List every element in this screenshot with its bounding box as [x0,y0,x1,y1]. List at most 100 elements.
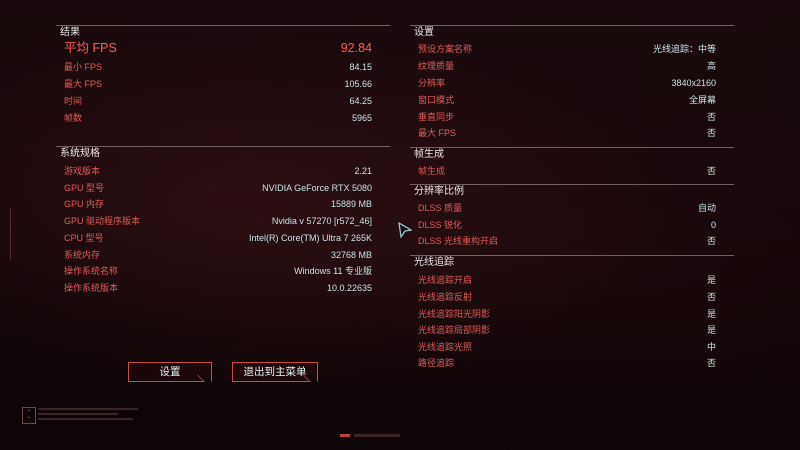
row-value: 105.66 [344,79,372,89]
row-value: 32768 MB [330,250,372,260]
spec-row: 系统内存 32768 MB [56,248,390,262]
row-label: 光线追踪阳光阴影 [418,309,491,319]
row-label: 分辨率 [418,78,446,88]
results-header: 结果 [56,25,390,40]
ray-tracing-header: 光线追踪 [410,255,734,270]
row-label: DLSS 光线重构开启 [418,236,499,246]
row-label: CPU 型号 [64,233,104,243]
row-value: 自动 [697,203,716,213]
row-value: 84.15 [349,62,372,72]
exit-to-main-menu-button[interactable]: 退出到主菜单 [232,362,318,382]
avg-fps-row: 平均 FPS 92.84 [56,41,390,55]
setting-row: DLSS 锐化 0 [410,218,734,232]
row-label: GPU 驱动程序版本 [64,216,141,226]
spec-row: CPU 型号 Intel(R) Core(TM) Ultra 7 265K [56,231,390,245]
row-label: 时间 [64,96,83,106]
side-decoration-line [10,208,11,260]
footer-logo-icon: ▪ ▪ [22,407,36,424]
row-value: 否 [706,358,716,368]
bottom-decoration [340,434,400,438]
row-value: 是 [706,325,716,335]
row-value: Windows 11 专业版 [294,266,372,276]
row-value: 否 [706,166,716,176]
row-label: 光线追踪反射 [418,292,473,302]
row-value: 15889 MB [330,199,372,209]
row-label: 窗口模式 [418,95,455,105]
row-label: 帧生成 [418,166,446,176]
setting-row: 光线追踪阳光阴影 是 [410,307,734,321]
row-label: 系统内存 [64,250,101,260]
row-label: 最大 FPS [418,128,457,138]
row-value: 是 [706,275,716,285]
results-row: 最小 FPS 84.15 [56,60,390,74]
row-label: 预设方案名称 [418,44,473,54]
row-value: NVIDIA GeForce RTX 5080 [262,183,372,193]
footer-decoration [38,408,148,422]
row-value: 0 [710,220,716,230]
setting-row: 垂直同步 否 [410,110,734,124]
row-label: 垂直同步 [418,112,455,122]
row-value: 是 [706,309,716,319]
row-value: 10.0.22635 [326,283,372,293]
setting-row: DLSS 光线重构开启 否 [410,234,734,248]
row-value: 高 [706,61,716,71]
row-label: GPU 型号 [64,183,105,193]
setting-row: 帧生成 否 [410,164,734,178]
setting-row: DLSS 质量 自动 [410,201,734,215]
system-specs-panel: 系统规格 游戏版本 2.21 GPU 型号 NVIDIA GeForce RTX… [56,146,390,296]
results-row: 时间 64.25 [56,94,390,108]
settings-button[interactable]: 设置 [128,362,212,382]
setting-row: 预设方案名称 光线追踪：中等 [410,42,734,56]
row-label: 操作系统名称 [64,266,119,276]
row-label: 操作系统版本 [64,283,119,293]
avg-fps-label: 平均 FPS [64,41,117,55]
row-label: 光线追踪开启 [418,275,473,285]
row-label: 帧数 [64,113,83,123]
ray-tracing-panel: 光线追踪 光线追踪开启 是 光线追踪反射 否 光线追踪阳光阴影 是 光线追踪局部… [410,255,734,373]
setting-row: 光线追踪局部阴影 是 [410,323,734,337]
setting-row: 纹理质量 高 [410,59,734,73]
row-value: 否 [706,292,716,302]
setting-row: 最大 FPS 否 [410,126,734,140]
resolution-scaling-header: 分辨率比例 [410,184,734,199]
setting-row: 光线追踪光照 中 [410,340,734,354]
settings-header: 设置 [410,25,734,40]
row-value: 2.21 [354,166,372,176]
row-label: 路径追踪 [418,358,455,368]
row-label: 纹理质量 [418,61,455,71]
results-panel: 结果 平均 FPS 92.84 最小 FPS 84.15 最大 FPS 105.… [56,25,390,129]
row-value: Intel(R) Core(TM) Ultra 7 265K [248,233,372,243]
spec-row: 操作系统版本 10.0.22635 [56,281,390,295]
results-row: 帧数 5965 [56,111,390,125]
row-value: 中 [706,342,716,352]
row-label: 最小 FPS [64,62,103,72]
row-value: 否 [706,236,716,246]
setting-row: 光线追踪反射 否 [410,290,734,304]
results-row: 最大 FPS 105.66 [56,77,390,91]
row-value: 否 [706,128,716,138]
row-label: 光线追踪局部阴影 [418,325,491,335]
row-value: 光线追踪：中等 [652,44,716,54]
setting-row: 分辨率 3840x2160 [410,76,734,90]
row-label: GPU 内存 [64,199,105,209]
row-label: 最大 FPS [64,79,103,89]
row-value: 5965 [351,113,372,123]
row-value: 否 [706,112,716,122]
avg-fps-value: 92.84 [340,41,372,55]
setting-row: 窗口模式 全屏幕 [410,93,734,107]
row-label: 光线追踪光照 [418,342,473,352]
system-specs-header: 系统规格 [56,146,390,161]
frame-gen-header: 帧生成 [410,147,734,162]
row-label: DLSS 锐化 [418,220,463,230]
row-label: DLSS 质量 [418,203,463,213]
spec-row: 游戏版本 2.21 [56,164,390,178]
row-value: Nvidia v 57270 [r572_46] [271,216,372,226]
settings-panel: 设置 预设方案名称 光线追踪：中等 纹理质量 高 分辨率 3840x2160 窗… [410,25,734,143]
row-label: 游戏版本 [64,166,101,176]
resolution-scaling-panel: 分辨率比例 DLSS 质量 自动 DLSS 锐化 0 DLSS 光线重构开启 否 [410,184,734,250]
spec-row: GPU 内存 15889 MB [56,197,390,211]
row-value: 64.25 [349,96,372,106]
spec-row: GPU 驱动程序版本 Nvidia v 57270 [r572_46] [56,214,390,228]
setting-row: 路径追踪 否 [410,356,734,370]
row-value: 全屏幕 [688,95,716,105]
